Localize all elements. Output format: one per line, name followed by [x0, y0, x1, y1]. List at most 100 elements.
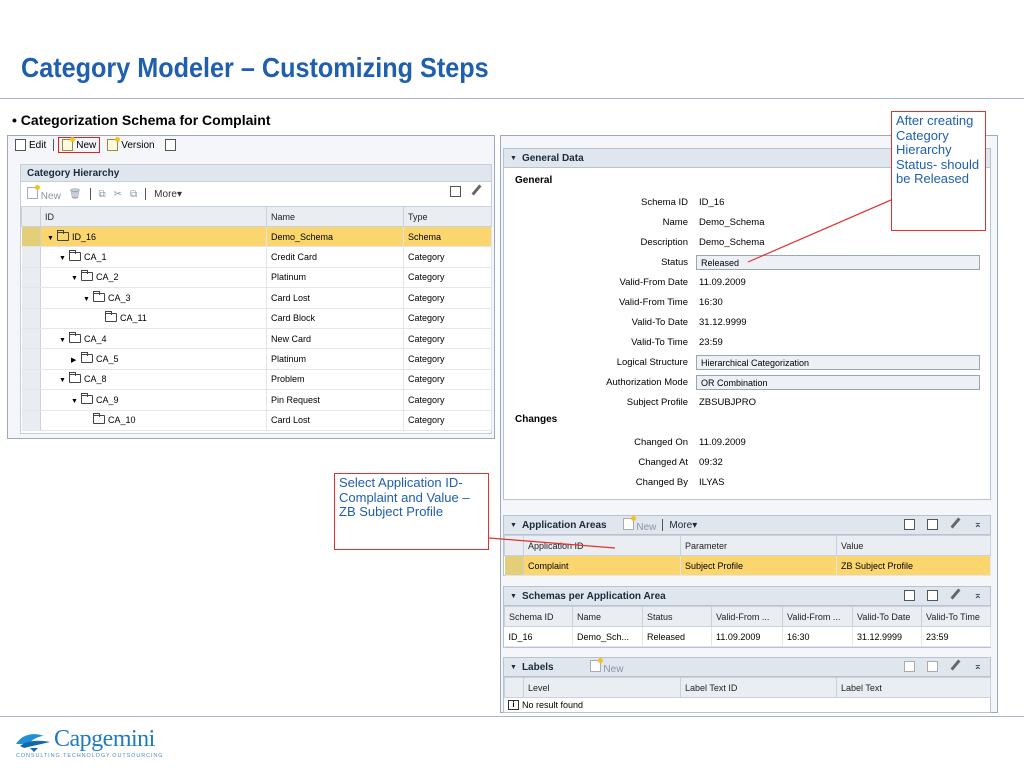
- schemas-column-header[interactable]: Status: [642, 606, 712, 627]
- row-selector-header[interactable]: [504, 677, 524, 698]
- collapse-icon[interactable]: ⌅: [974, 661, 982, 673]
- row-selector[interactable]: [21, 267, 41, 289]
- export-icon[interactable]: [926, 519, 938, 530]
- column-header-name[interactable]: Name: [266, 206, 404, 227]
- row-selector[interactable]: [21, 410, 41, 431]
- table-row[interactable]: ▶ CA_5 Platinum Category: [21, 348, 492, 370]
- collapse-icon[interactable]: ⌅: [974, 590, 982, 602]
- tree-node-cell[interactable]: ▶ CA_5: [40, 348, 267, 370]
- new-button[interactable]: New: [58, 137, 101, 153]
- row-selector[interactable]: [21, 287, 41, 309]
- export-icon[interactable]: [926, 661, 938, 672]
- labels-new-button[interactable]: New: [589, 657, 623, 675]
- column-header-id[interactable]: ID: [40, 206, 267, 227]
- collapse-triangle-icon[interactable]: ▼: [59, 255, 69, 262]
- schemas-column-header[interactable]: Schema ID: [504, 606, 573, 627]
- row-selector[interactable]: [21, 328, 41, 350]
- schemas-column-header[interactable]: Valid-From ...: [782, 606, 853, 627]
- tree-node-cell[interactable]: ▼ CA_4: [40, 328, 267, 350]
- table-row[interactable]: ▼ CA_2 Platinum Category: [21, 267, 492, 289]
- tree-node-cell[interactable]: CA_11: [40, 308, 267, 329]
- table-row[interactable]: ▼ CA_3 Card Lost Category: [21, 287, 492, 309]
- row-selector[interactable]: [21, 348, 41, 370]
- column-header-application-id[interactable]: Application ID: [523, 535, 681, 556]
- tree-node-cell[interactable]: CA_10: [40, 410, 267, 431]
- table-row[interactable]: ID_16 Demo_Sch... Released 11.09.2009 16:30 3…: [504, 626, 991, 648]
- table-row[interactable]: ▼ CA_9 Pin Request Category: [21, 389, 492, 411]
- column-header-level[interactable]: Level: [523, 677, 681, 698]
- tree-node-cell[interactable]: ▼ CA_3: [40, 287, 267, 309]
- tree-node-cell[interactable]: ▼ CA_1: [40, 246, 267, 268]
- schemas-column-header[interactable]: Name: [572, 606, 643, 627]
- collapse-triangle-icon[interactable]: ▼: [47, 235, 57, 242]
- tree-node-cell[interactable]: ▼ CA_8: [40, 369, 267, 391]
- row-selector-header[interactable]: [504, 535, 524, 556]
- collapse-triangle-icon[interactable]: ▼: [71, 275, 81, 282]
- more-menu[interactable]: More▾: [154, 189, 182, 200]
- row-selector[interactable]: [21, 369, 41, 391]
- tree-node-cell[interactable]: ▼ CA_9: [40, 389, 267, 411]
- column-header-value[interactable]: Value: [836, 535, 991, 556]
- row-selector[interactable]: [504, 555, 524, 577]
- table-row[interactable]: ▼ CA_8 Problem Category: [21, 369, 492, 391]
- delete-icon[interactable]: 🗑: [69, 189, 82, 200]
- schemas-column-header[interactable]: Valid-To Date: [852, 606, 922, 627]
- application-more-menu[interactable]: More▾: [669, 520, 697, 531]
- copy-icon[interactable]: ⧉: [99, 189, 106, 200]
- field-value: 23:59: [699, 337, 723, 348]
- schemas-header[interactable]: ▼ Schemas per Application Area ⌅: [504, 587, 990, 606]
- form-row: Valid-To Date 31.12.9999: [504, 314, 990, 332]
- row-selector[interactable]: [21, 246, 41, 268]
- row-selector[interactable]: [21, 226, 41, 248]
- pencil-icon[interactable]: [950, 590, 962, 602]
- form-row: Valid-From Time 16:30: [504, 294, 990, 312]
- table-row[interactable]: ▼ CA_4 New Card Category: [21, 328, 492, 350]
- application-areas-header[interactable]: ▼ Application Areas New More▾ ⌅: [504, 515, 990, 535]
- schemas-column-header[interactable]: Valid-From ...: [711, 606, 783, 627]
- export-icon[interactable]: [450, 186, 461, 197]
- row-selector[interactable]: [21, 389, 41, 411]
- form-row: Changed By ILYAS: [504, 474, 990, 492]
- field-dropdown[interactable]: OR Combination: [696, 375, 980, 390]
- field-dropdown[interactable]: Released: [696, 255, 980, 270]
- field-dropdown[interactable]: Hierarchical Categorization: [696, 355, 980, 370]
- cut-icon[interactable]: ✂: [114, 189, 122, 200]
- hierarchy-new-button[interactable]: New: [27, 184, 61, 202]
- row-selector[interactable]: [21, 308, 41, 329]
- schemas-column-header[interactable]: Valid-To Time: [921, 606, 991, 627]
- row-selector-header[interactable]: [21, 206, 41, 227]
- pencil-icon[interactable]: [471, 186, 483, 198]
- version-button[interactable]: Version: [104, 137, 157, 153]
- collapse-triangle-icon[interactable]: ▼: [59, 377, 69, 384]
- column-header-type[interactable]: Type: [403, 206, 492, 227]
- column-header-label-text-id[interactable]: Label Text ID: [680, 677, 837, 698]
- expand-triangle-icon[interactable]: ▶: [71, 356, 81, 364]
- collapse-triangle-icon[interactable]: ▼: [83, 296, 93, 303]
- column-header-parameter[interactable]: Parameter: [680, 535, 837, 556]
- table-row[interactable]: Complaint Subject Profile ZB Subject Pro…: [504, 555, 991, 577]
- chart-icon[interactable]: [903, 519, 915, 530]
- pencil-icon[interactable]: [950, 661, 962, 673]
- node-id: CA_5: [96, 354, 119, 365]
- collapse-icon[interactable]: ⌅: [974, 519, 982, 531]
- application-new-button[interactable]: New: [622, 515, 656, 533]
- table-row[interactable]: CA_11 Card Block Category: [21, 308, 492, 329]
- edit-icon: [15, 139, 26, 151]
- labels-header[interactable]: ▼ Labels New ⌅: [504, 657, 990, 677]
- edit-button[interactable]: Edit: [12, 137, 49, 153]
- tree-node-cell[interactable]: ▼ CA_2: [40, 267, 267, 289]
- export-icon[interactable]: [926, 590, 938, 601]
- chart-icon[interactable]: [903, 661, 915, 672]
- copy-button[interactable]: [162, 137, 179, 153]
- column-header-label-text[interactable]: Label Text: [836, 677, 991, 698]
- paste-icon[interactable]: ⧉: [130, 189, 137, 200]
- collapse-triangle-icon[interactable]: ▼: [59, 337, 69, 344]
- chart-icon[interactable]: [903, 590, 915, 601]
- table-row[interactable]: ▼ ID_16 Demo_Schema Schema: [21, 226, 492, 248]
- pencil-icon[interactable]: [950, 519, 962, 531]
- table-row[interactable]: CA_10 Card Lost Category: [21, 410, 492, 431]
- folder-icon: [69, 250, 81, 262]
- table-row[interactable]: ▼ CA_1 Credit Card Category: [21, 246, 492, 268]
- tree-node-cell[interactable]: ▼ ID_16: [40, 226, 267, 248]
- collapse-triangle-icon[interactable]: ▼: [71, 398, 81, 405]
